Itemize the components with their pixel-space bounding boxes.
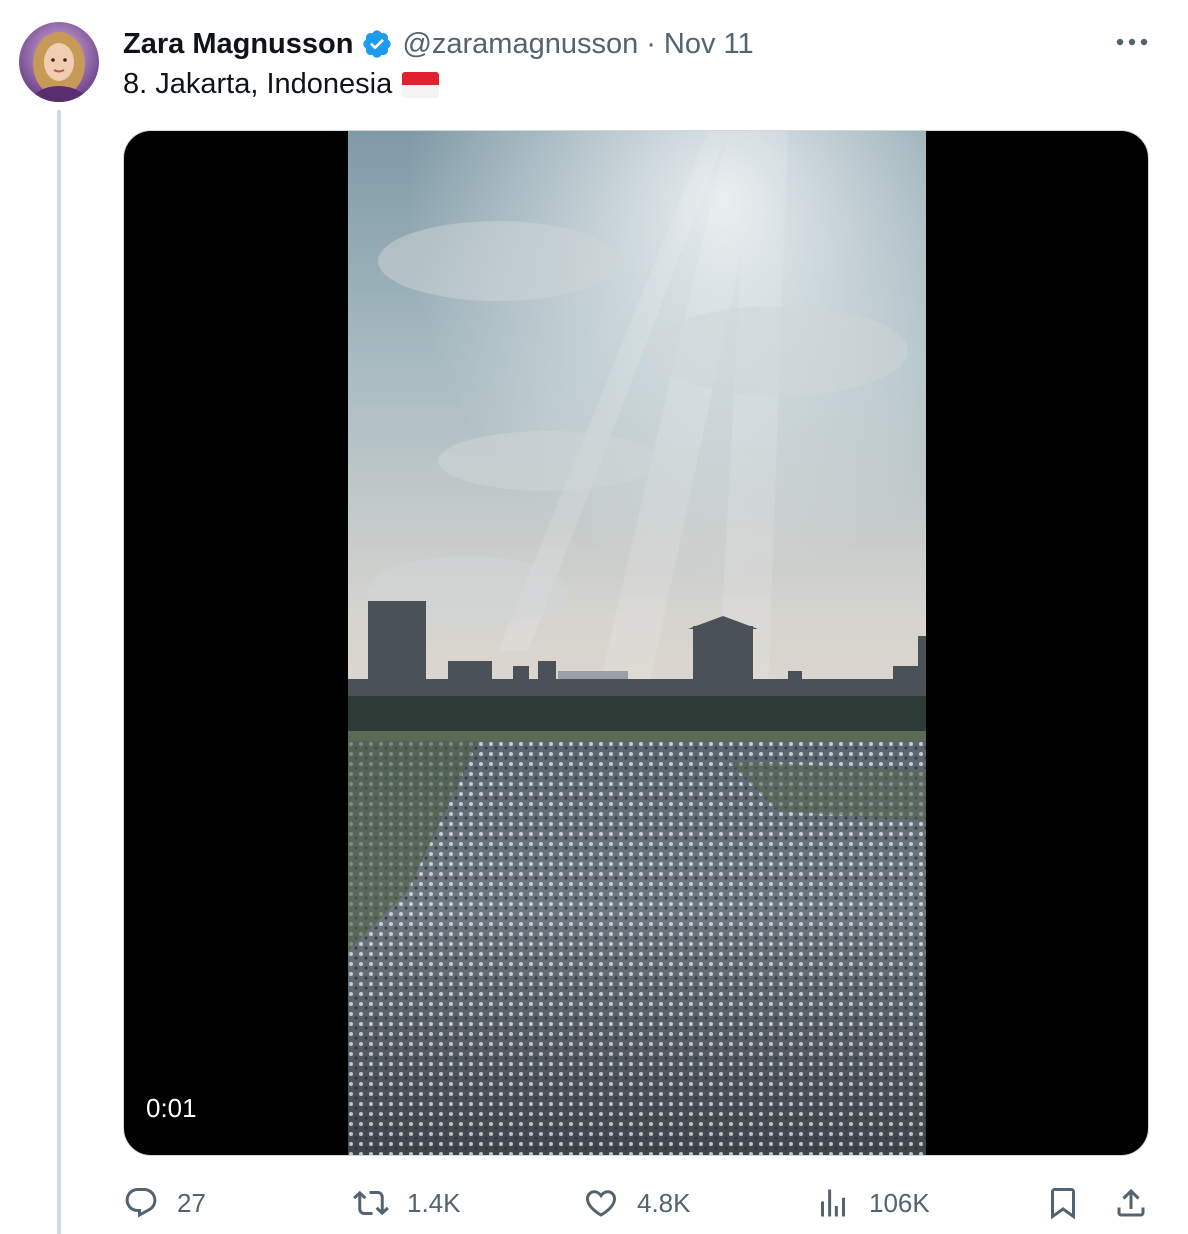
heart-icon <box>583 1185 619 1221</box>
reply-count: 27 <box>177 1187 206 1218</box>
analytics-icon <box>815 1185 851 1221</box>
author-name[interactable]: Zara Magnusson <box>123 28 353 61</box>
views-count: 106K <box>869 1187 930 1218</box>
repost-icon <box>353 1185 389 1221</box>
share-button[interactable] <box>1113 1180 1149 1226</box>
like-button[interactable]: 4.8K <box>583 1180 691 1226</box>
tweet-actions-bar: 27 1.4K 4.8K 106K <box>123 1180 1153 1226</box>
tweet-text-content: 8. Jakarta, Indonesia <box>123 68 393 100</box>
share-icon <box>1113 1185 1149 1221</box>
bookmark-button[interactable] <box>1045 1180 1081 1226</box>
video-player[interactable]: 0:01 <box>123 130 1149 1156</box>
more-options-icon[interactable] <box>1110 28 1154 56</box>
like-count: 4.8K <box>637 1187 691 1218</box>
bookmark-icon <box>1045 1185 1081 1221</box>
verified-badge-icon <box>361 28 393 60</box>
author-handle[interactable]: @zaramagnusson <box>402 28 638 61</box>
separator-dot: · <box>646 27 656 60</box>
tweet-header: Zara Magnusson @zaramagnusson · Nov 11 <box>123 24 754 64</box>
thread-connector-line <box>57 110 61 1234</box>
reply-icon <box>123 1185 159 1221</box>
repost-count: 1.4K <box>407 1187 461 1218</box>
video-timestamp: 0:01 <box>146 1093 197 1123</box>
reply-button[interactable]: 27 <box>123 1180 206 1226</box>
repost-button[interactable]: 1.4K <box>353 1180 461 1226</box>
video-frame-crowd-image <box>348 131 926 1155</box>
avatar[interactable] <box>19 22 99 102</box>
indonesia-flag-icon <box>402 71 440 98</box>
tweet-date[interactable]: Nov 11 <box>664 28 754 61</box>
tweet-text: 8. Jakarta, Indonesia <box>123 68 440 101</box>
views-button[interactable]: 106K <box>815 1180 930 1226</box>
